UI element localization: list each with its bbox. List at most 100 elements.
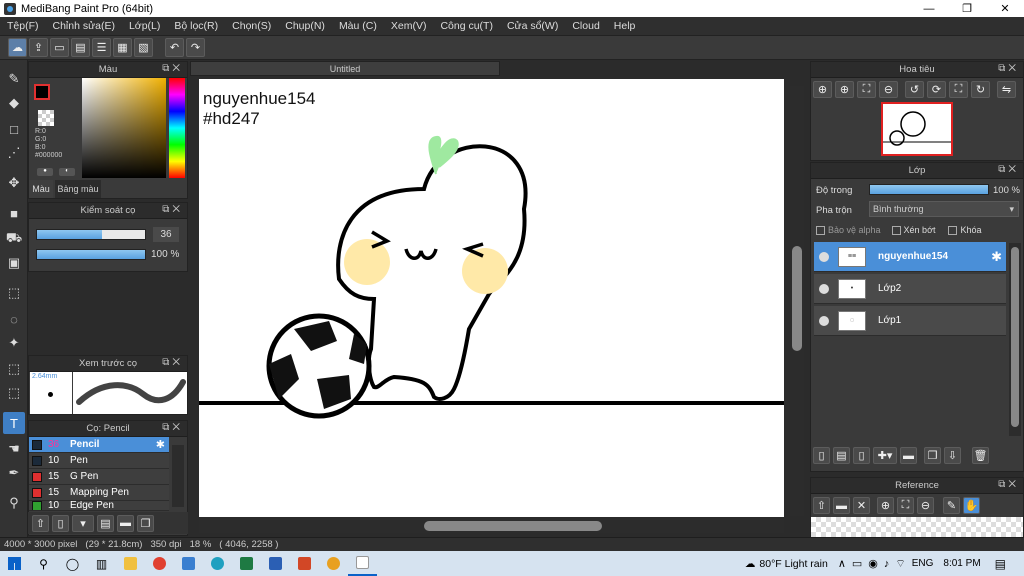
menu-snap[interactable]: Chụp(N) <box>278 20 332 32</box>
menu-tools[interactable]: Công cụ(T) <box>433 20 500 32</box>
lock-checkbox[interactable] <box>948 225 958 235</box>
menu-window[interactable]: Cửa sổ(W) <box>500 20 565 32</box>
brush-opacity-slider[interactable] <box>36 249 146 260</box>
magic-wand-icon[interactable]: ✦ <box>3 332 25 354</box>
panel-controls-icon[interactable]: ⧉✕ <box>162 422 183 433</box>
list-icon[interactable]: ☰ <box>92 38 111 57</box>
brush-row[interactable]: 15 G Pen <box>29 469 169 485</box>
fit-screen-icon[interactable]: ⛶ <box>857 81 876 98</box>
new-brush-icon[interactable]: ▯ <box>52 514 69 532</box>
blend-mode-select[interactable]: Bình thường ▾ <box>869 201 1019 217</box>
brush-list-scrollbar[interactable] <box>172 445 184 507</box>
location-icon[interactable]: ◉ <box>868 557 878 570</box>
merge-layer-icon[interactable]: ⇩ <box>944 447 961 464</box>
folder-icon[interactable]: ▬ <box>117 514 134 532</box>
rotate-right-icon[interactable]: ⟳ <box>927 81 946 98</box>
comment-icon[interactable]: ▭ <box>50 38 69 57</box>
clock[interactable]: 8:01 PM <box>943 558 980 569</box>
excel-icon[interactable] <box>232 551 261 576</box>
monitor-icon[interactable] <box>174 551 203 576</box>
grid-icon[interactable]: ▦ <box>113 38 132 57</box>
brush-size-slider[interactable] <box>36 229 146 240</box>
brush-row[interactable]: 15 Mapping Pen <box>29 485 169 501</box>
close-reference-icon[interactable]: ✕ <box>853 497 870 514</box>
cloud-icon[interactable]: ☁ <box>8 38 27 57</box>
battery-icon[interactable]: ▭ <box>852 557 862 570</box>
task-view-icon[interactable]: ◯ <box>58 551 87 576</box>
zoom-out-icon[interactable]: ⊖ <box>879 81 898 98</box>
wifi-icon[interactable]: ⌔ <box>895 557 905 571</box>
redo-icon[interactable]: ↷ <box>186 38 205 57</box>
saturation-picker[interactable] <box>82 78 166 178</box>
new-layer-icon[interactable]: ▯ <box>813 447 830 464</box>
weather-text[interactable]: 80°F Light rain <box>759 558 827 570</box>
gradient-icon[interactable]: ▣ <box>3 252 25 274</box>
zoom-out-icon[interactable]: ⊖ <box>917 497 934 514</box>
layer-row[interactable]: • Lớp2 <box>814 274 1006 304</box>
transparent-swatch[interactable] <box>38 110 54 126</box>
eyedropper-icon[interactable]: ⚲ <box>3 492 25 514</box>
zoom-fit-icon[interactable]: ⊕ <box>813 81 832 98</box>
eraser-icon[interactable]: ◆ <box>3 92 25 114</box>
visibility-icon[interactable] <box>819 283 829 294</box>
fit-screen-icon[interactable]: ⛶ <box>897 497 914 514</box>
reset-view-icon[interactable]: ⛶ <box>949 81 968 98</box>
panel-controls-icon[interactable]: ⧉✕ <box>162 204 183 215</box>
minimize-button[interactable]: — <box>910 0 948 17</box>
rotate-reset-icon[interactable]: ↻ <box>971 81 990 98</box>
zoom-in-icon[interactable]: ⊕ <box>877 497 894 514</box>
tab-palette[interactable]: Bảng màu <box>55 180 101 198</box>
layer-row[interactable]: ≡≡ nguyenhue154 ✱ <box>814 242 1006 272</box>
select-pen-icon[interactable]: ⬚ <box>3 358 25 380</box>
brush-size-value[interactable]: 36 <box>153 227 179 242</box>
menu-help[interactable]: Help <box>607 20 643 32</box>
brush-property-icon[interactable]: ▤ <box>97 514 114 532</box>
browser-icon[interactable] <box>319 551 348 576</box>
select-icon[interactable]: ⬚ <box>3 282 25 304</box>
menu-filter[interactable]: Bộ lọc(R) <box>167 20 225 32</box>
layer-folder-icon[interactable]: ▬ <box>900 447 917 464</box>
text-icon[interactable]: T <box>3 412 25 434</box>
panel-controls-icon[interactable]: ⧉✕ <box>998 164 1019 175</box>
brush-icon[interactable]: ✎ <box>3 68 25 90</box>
add-layer-menu-icon[interactable]: ✚▾ <box>873 447 897 464</box>
navigator-preview[interactable] <box>881 102 953 156</box>
layer-settings-icon[interactable]: ✱ <box>991 249 1002 265</box>
powerpoint-icon[interactable] <box>290 551 319 576</box>
shape-icon[interactable]: □ <box>3 118 25 140</box>
menu-select[interactable]: Chọn(S) <box>225 20 278 32</box>
medibang-taskbar-icon[interactable] <box>348 551 377 576</box>
tab-color[interactable]: Màu <box>29 180 53 198</box>
layer-row[interactable]: ◌ Lớp1 <box>814 306 1006 336</box>
panel-controls-icon[interactable]: ⧉✕ <box>162 357 183 368</box>
document-tab[interactable]: Untitled <box>190 61 500 76</box>
visibility-icon[interactable] <box>819 315 829 326</box>
upload-icon[interactable]: ⇪ <box>29 38 48 57</box>
brush-row[interactable]: 10 Edge Pen <box>29 501 169 511</box>
undo-icon[interactable]: ↶ <box>165 38 184 57</box>
menu-layer[interactable]: Lớp(L) <box>122 20 167 32</box>
protect-alpha-checkbox[interactable] <box>816 225 825 235</box>
primary-color-swatch[interactable] <box>34 84 50 100</box>
new-halftone-layer-icon[interactable]: ▤ <box>833 447 850 464</box>
eyedropper-small-icon[interactable]: ● <box>37 168 53 176</box>
message-icon[interactable]: ▤ <box>71 38 90 57</box>
close-button[interactable]: ✕ <box>986 0 1024 17</box>
hue-slider[interactable] <box>169 78 185 178</box>
swap-color-icon[interactable]: ◐ <box>59 168 75 176</box>
delete-layer-icon[interactable]: 🗑 <box>972 447 989 464</box>
menu-color[interactable]: Màu (C) <box>332 20 384 32</box>
widgets-icon[interactable]: ▥ <box>87 551 116 576</box>
dot-icon[interactable]: ⋰ <box>3 142 25 164</box>
layer-opacity-slider[interactable] <box>869 184 989 195</box>
duplicate-icon[interactable]: ❐ <box>137 514 154 532</box>
restore-button[interactable]: ❐ <box>948 0 986 17</box>
cloud-upload-icon[interactable]: ⇧ <box>813 497 830 514</box>
eyedropper-icon[interactable]: ✎ <box>943 497 960 514</box>
chrome-icon[interactable] <box>145 551 174 576</box>
search-icon[interactable]: ⚲ <box>29 551 58 576</box>
brush-row[interactable]: 36 Pencil ✱ <box>29 437 169 453</box>
drawing-canvas[interactable]: nguyenhue154 #hd247 <box>199 79 784 517</box>
horizontal-scrollbar[interactable] <box>199 519 784 533</box>
reference-canvas[interactable] <box>811 517 1023 537</box>
